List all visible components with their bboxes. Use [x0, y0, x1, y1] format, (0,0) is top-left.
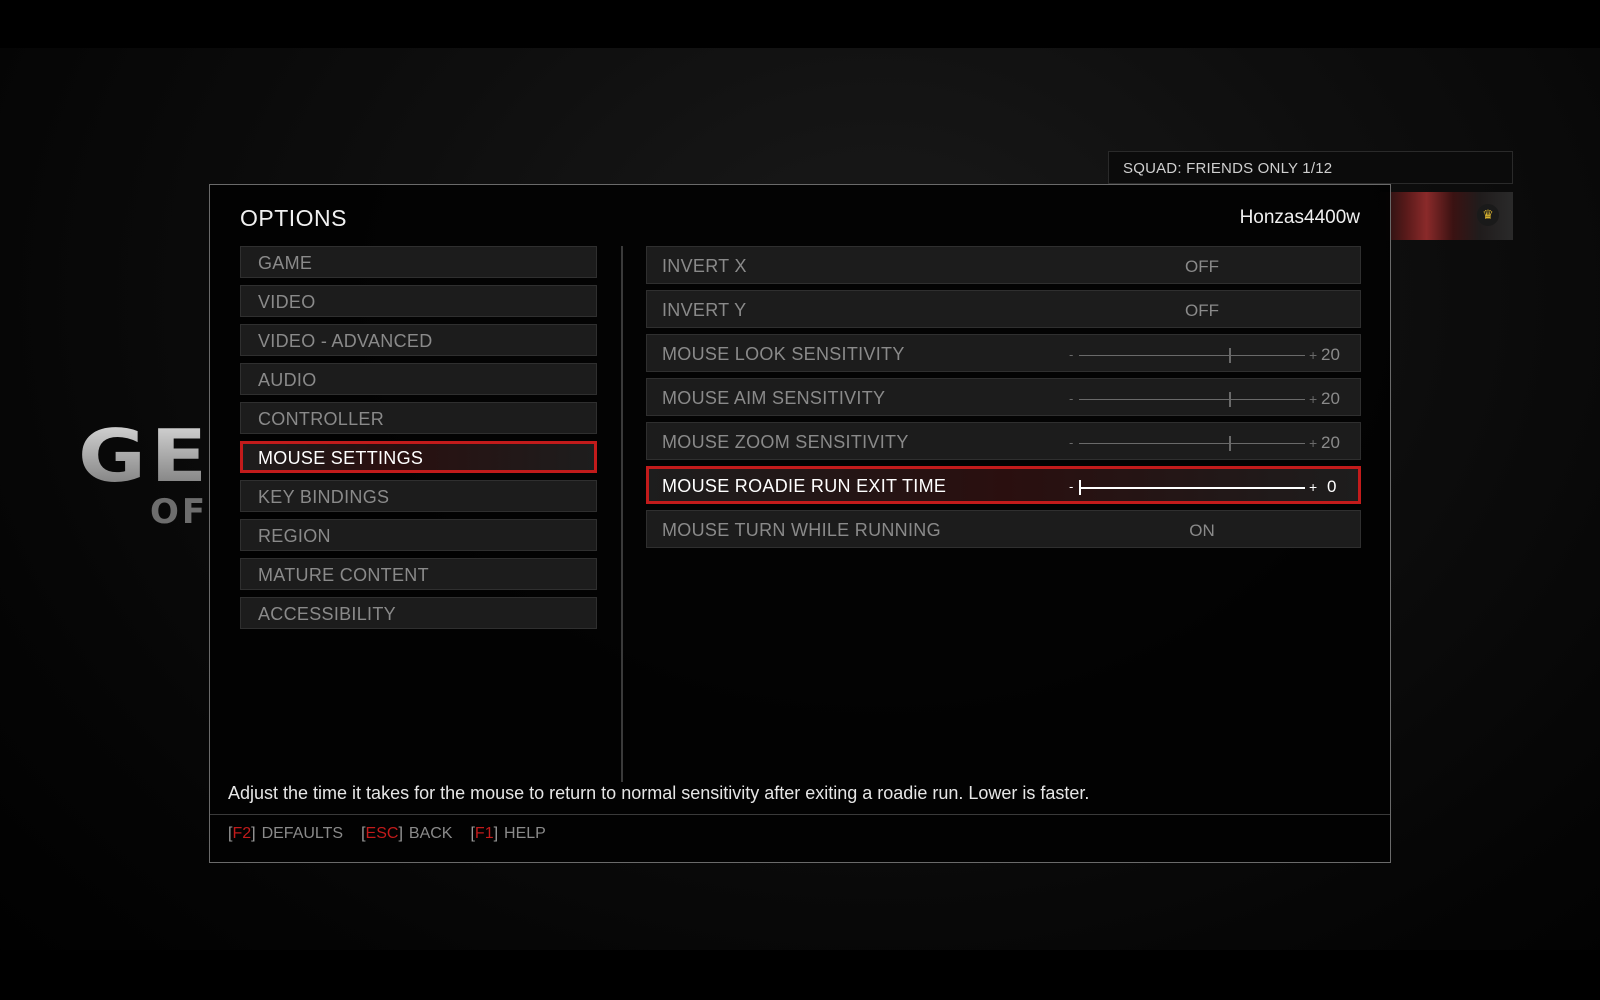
footer-hints: [F2] DEFAULTS [ESC] BACK [F1] HELP: [228, 825, 564, 843]
hint-key: F1: [474, 825, 494, 842]
slider-increase[interactable]: +: [1309, 433, 1317, 453]
category-label: MATURE CONTENT: [258, 565, 429, 585]
setting-label: MOUSE AIM SENSITIVITY: [662, 388, 886, 408]
hint-key: F2: [232, 825, 252, 842]
slider-decrease[interactable]: -: [1069, 389, 1073, 409]
crown-icon: ♛: [1477, 204, 1499, 226]
setting-label: INVERT Y: [662, 300, 747, 320]
slider-handle[interactable]: [1229, 436, 1231, 451]
category-label: ACCESSIBILITY: [258, 604, 396, 624]
background-logo: GE: [78, 414, 212, 498]
setting-row-mouse-aim-sensitivity[interactable]: MOUSE AIM SENSITIVITY - +20: [646, 378, 1361, 416]
category-label: VIDEO: [258, 292, 316, 312]
category-item-controller[interactable]: CONTROLLER: [240, 402, 597, 434]
game-screen: GE OF SQUAD: FRIENDS ONLY 1/12 ♛ OPTIONS…: [0, 0, 1600, 1000]
hint-bracket-close: ]: [493, 825, 499, 842]
setting-label: MOUSE LOOK SENSITIVITY: [662, 344, 905, 364]
category-item-mouse-settings[interactable]: MOUSE SETTINGS: [240, 441, 597, 473]
setting-row-invert-x[interactable]: INVERT X OFF: [646, 246, 1361, 284]
settings-list: INVERT X OFF INVERT Y OFF MOUSE LOOK SENSITI…: [646, 246, 1361, 554]
toggle-value[interactable]: OFF: [1177, 301, 1227, 321]
slider[interactable]: - +0: [1069, 477, 1339, 497]
slider-decrease[interactable]: -: [1069, 433, 1073, 453]
hint-label: DEFAULTS: [261, 825, 344, 842]
slider-handle[interactable]: [1229, 348, 1231, 363]
hint-key: ESC: [365, 825, 399, 842]
page-title: OPTIONS: [240, 205, 348, 231]
category-label: GAME: [258, 253, 313, 273]
category-label: CONTROLLER: [258, 409, 385, 429]
setting-label: INVERT X: [662, 256, 747, 276]
category-item-audio[interactable]: AUDIO: [240, 363, 597, 395]
category-label: VIDEO - ADVANCED: [258, 331, 433, 351]
hint-label: BACK: [408, 825, 453, 842]
background-logo-sub: OF: [150, 492, 209, 532]
setting-label: MOUSE TURN WHILE RUNNING: [662, 520, 941, 540]
setting-row-mouse-zoom-sensitivity[interactable]: MOUSE ZOOM SENSITIVITY - +20: [646, 422, 1361, 460]
hint-help[interactable]: [F1] HELP: [470, 825, 545, 843]
setting-description: Adjust the time it takes for the mouse t…: [228, 783, 1090, 803]
divider: [621, 246, 623, 782]
category-list: GAME VIDEO VIDEO - ADVANCED AUDIO CONTROLLER…: [240, 246, 597, 636]
toggle-value[interactable]: ON: [1177, 521, 1227, 541]
slider-increase[interactable]: +: [1309, 345, 1317, 365]
category-label: MOUSE SETTINGS: [258, 448, 424, 468]
username: Honzas4400w: [1239, 207, 1360, 228]
setting-row-mouse-roadie-run-exit-time[interactable]: MOUSE ROADIE RUN EXIT TIME - +0: [646, 466, 1361, 504]
slider-increase[interactable]: +: [1309, 477, 1317, 497]
category-item-video-advanced[interactable]: VIDEO - ADVANCED: [240, 324, 597, 356]
slider-handle[interactable]: [1229, 392, 1231, 407]
category-item-mature-content[interactable]: MATURE CONTENT: [240, 558, 597, 590]
category-item-region[interactable]: REGION: [240, 519, 597, 551]
letterbox-top: [0, 0, 1600, 48]
category-item-accessibility[interactable]: ACCESSIBILITY: [240, 597, 597, 629]
slider[interactable]: - +20: [1069, 345, 1340, 365]
letterbox-bottom: [0, 950, 1600, 1000]
hint-defaults[interactable]: [F2] DEFAULTS: [228, 825, 343, 843]
slider-track[interactable]: [1079, 436, 1305, 451]
slider-value: 20: [1321, 345, 1340, 364]
setting-row-mouse-turn-while-running[interactable]: MOUSE TURN WHILE RUNNING ON: [646, 510, 1361, 548]
slider-value: 20: [1321, 389, 1340, 408]
setting-row-invert-y[interactable]: INVERT Y OFF: [646, 290, 1361, 328]
hint-bracket-close: ]: [251, 825, 256, 842]
category-item-key-bindings[interactable]: KEY BINDINGS: [240, 480, 597, 512]
setting-label: MOUSE ZOOM SENSITIVITY: [662, 432, 909, 452]
setting-row-mouse-look-sensitivity[interactable]: MOUSE LOOK SENSITIVITY - +20: [646, 334, 1361, 372]
slider-decrease[interactable]: -: [1069, 345, 1073, 365]
slider-track[interactable]: [1079, 480, 1305, 495]
slider[interactable]: - +20: [1069, 389, 1340, 409]
toggle-value[interactable]: OFF: [1177, 257, 1227, 277]
slider-value: 20: [1321, 433, 1340, 452]
slider-track[interactable]: [1079, 348, 1305, 363]
setting-label: MOUSE ROADIE RUN EXIT TIME: [662, 476, 947, 496]
slider-decrease[interactable]: -: [1069, 477, 1073, 497]
slider-increase[interactable]: +: [1309, 389, 1317, 409]
hint-label: HELP: [504, 825, 546, 842]
slider-value: 0: [1327, 477, 1337, 496]
slider[interactable]: - +20: [1069, 433, 1340, 453]
category-label: KEY BINDINGS: [258, 487, 390, 507]
category-label: REGION: [258, 526, 331, 546]
hint-bracket-close: ]: [398, 825, 403, 842]
slider-handle[interactable]: [1079, 480, 1081, 495]
options-dialog: OPTIONS Honzas4400w GAME VIDEO VIDEO - ADV…: [209, 184, 1391, 863]
squad-status: SQUAD: FRIENDS ONLY 1/12: [1108, 151, 1513, 184]
category-label: AUDIO: [258, 370, 317, 390]
hint-back[interactable]: [ESC] BACK: [361, 825, 452, 843]
squad-label: SQUAD: FRIENDS ONLY 1/12: [1123, 160, 1333, 177]
category-item-game[interactable]: GAME: [240, 246, 597, 278]
description-divider: [210, 814, 1390, 815]
player-banner: ♛: [1380, 192, 1513, 240]
slider-track[interactable]: [1079, 392, 1305, 407]
category-item-video[interactable]: VIDEO: [240, 285, 597, 317]
